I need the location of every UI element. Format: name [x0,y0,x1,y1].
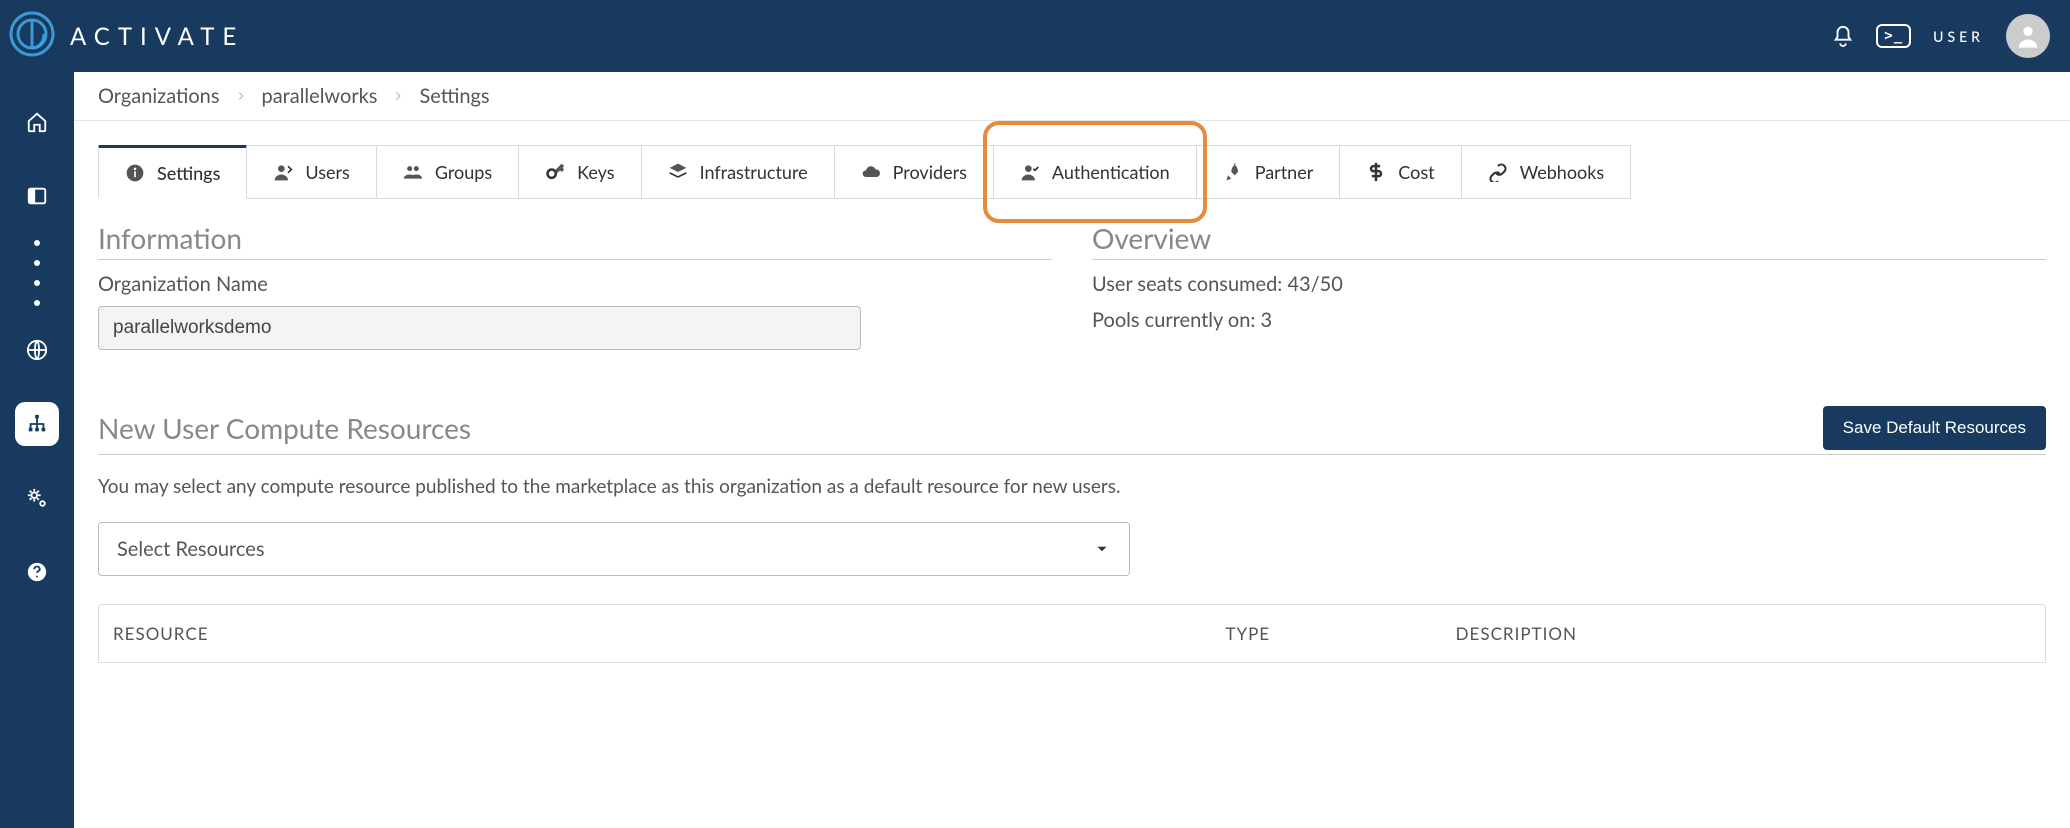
breadcrumb: Organizations parallelworks Settings [74,72,2070,121]
link-icon [1488,162,1508,182]
tab-partner[interactable]: Partner [1196,145,1341,199]
rocket-icon [1223,162,1243,182]
user-check-icon [1020,162,1040,182]
column-header-type: TYPE [1225,623,1455,644]
user-label[interactable]: USER [1933,28,1984,45]
tab-providers[interactable]: Providers [834,145,994,199]
tab-groups[interactable]: Groups [376,145,519,199]
top-header: ACTIVATE >_ USER [0,0,2070,72]
column-header-description: DESCRIPTION [1456,623,2031,644]
sidebar-dot [34,300,40,306]
resources-header: New User Compute Resources Save Default … [98,406,2046,455]
dollar-icon [1366,162,1386,182]
tab-keys[interactable]: Keys [518,145,641,199]
chevron-right-icon [391,84,405,108]
section-title: Information [98,221,1052,260]
tab-label: Settings [157,162,220,184]
information-section: Information Organization Name [98,221,1052,350]
org-icon [26,413,48,435]
layers-icon [668,162,688,182]
overview-pools-value: 3 [1261,308,1273,332]
sidebar-dot [34,280,40,286]
brand[interactable]: ACTIVATE [8,10,244,62]
overview-seats-label: User seats consumed: [1092,272,1282,296]
left-sidebar [0,72,74,828]
tab-label: Groups [435,161,492,183]
tab-infrastructure[interactable]: Infrastructure [641,145,835,199]
terminal-button[interactable]: >_ [1876,24,1911,48]
breadcrumb-item[interactable]: parallelworks [262,84,378,108]
notifications-icon[interactable] [1832,25,1854,47]
overview-pools-label: Pools currently on: [1092,308,1255,332]
globe-icon [26,339,48,361]
resources-help-text: You may select any compute resource publ… [98,475,2046,498]
user-icon [273,162,293,182]
tab-label: Users [305,161,349,183]
avatar[interactable] [2006,14,2050,58]
overview-pools: Pools currently on: 3 [1092,308,2046,332]
tab-settings[interactable]: Settings [98,145,247,199]
tab-label: Partner [1255,161,1314,183]
sidebar-dot [34,240,40,246]
tab-authentication[interactable]: Authentication [993,145,1197,199]
gear-icon [26,487,48,509]
group-icon [403,162,423,182]
tab-label: Webhooks [1520,161,1605,183]
chevron-down-icon [1093,540,1111,558]
select-resources-dropdown[interactable]: Select Resources [98,522,1130,576]
breadcrumb-item[interactable]: Settings [419,84,489,108]
tabs-bar: Settings Users Groups Keys Infrastructure Pro… [98,145,2046,199]
sidebar-item-home[interactable] [15,100,59,144]
resources-table-header: RESOURCE TYPE DESCRIPTION [98,604,2046,663]
tab-label: Keys [577,161,614,183]
brand-name: ACTIVATE [70,22,244,51]
key-icon [545,162,565,182]
column-header-resource: RESOURCE [113,623,1225,644]
home-icon [26,111,48,133]
tab-webhooks[interactable]: Webhooks [1461,145,1632,199]
panel-icon [26,185,48,207]
chevron-right-icon [234,84,248,108]
select-resources-placeholder: Select Resources [117,537,265,561]
top-actions: >_ USER [1832,14,2050,58]
cloud-icon [861,162,881,182]
sidebar-dot [34,260,40,266]
tab-cost[interactable]: Cost [1339,145,1461,199]
sidebar-item-globe[interactable] [15,328,59,372]
info-icon [125,163,145,183]
section-title: Overview [1092,221,2046,260]
org-name-input[interactable] [98,306,861,350]
help-icon [26,561,48,583]
overview-section: Overview User seats consumed: 43/50 Pool… [1092,221,2046,350]
overview-seats: User seats consumed: 43/50 [1092,272,2046,296]
tab-label: Cost [1398,161,1434,183]
sidebar-item-panel[interactable] [15,174,59,218]
tab-label: Providers [893,161,967,183]
overview-seats-value: 43/50 [1287,272,1342,296]
sidebar-item-help[interactable] [15,550,59,594]
breadcrumb-item[interactable]: Organizations [98,84,220,108]
sidebar-item-organization[interactable] [15,402,59,446]
main-panel: Organizations parallelworks Settings Set… [74,72,2070,828]
section-title: New User Compute Resources [98,411,471,445]
org-name-label: Organization Name [98,272,1052,296]
tab-label: Infrastructure [700,161,808,183]
brand-logo-icon [8,10,56,62]
save-default-resources-button[interactable]: Save Default Resources [1823,406,2046,450]
sidebar-item-settings[interactable] [15,476,59,520]
tab-label: Authentication [1052,161,1170,183]
tab-users[interactable]: Users [246,145,376,199]
